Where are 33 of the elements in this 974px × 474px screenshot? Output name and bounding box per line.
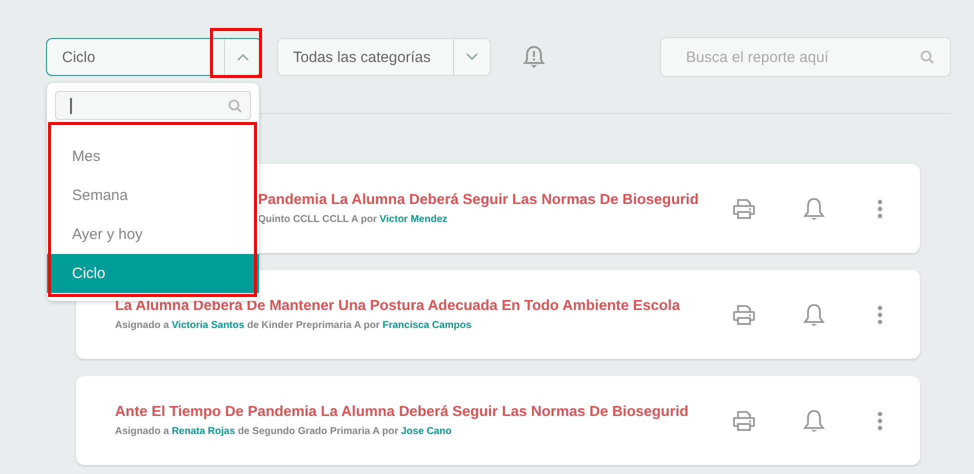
person-link[interactable]: Renata Rojas xyxy=(172,426,236,437)
report-title[interactable]: Pandemia La Alumna Deberá Seguir Las Normas De Biosegurid xyxy=(258,192,699,208)
chevron-up-icon xyxy=(237,53,249,61)
report-title[interactable]: Ante El Tiempo De Pandemia La Alumna Deberá Seguir Las Normas De Biosegurid xyxy=(115,404,688,420)
printer-icon[interactable] xyxy=(732,304,756,326)
assignment-text: Asignado a Renata Rojas de Segundo Grado Primaria A por Jose Cano xyxy=(115,426,452,437)
menu-search-field[interactable] xyxy=(55,91,251,120)
highlight-frame xyxy=(210,28,262,78)
category-select[interactable]: Todas las categorías xyxy=(277,38,491,76)
person-link[interactable]: Victoria Santos xyxy=(172,320,244,331)
menu-option[interactable]: Semana xyxy=(47,176,259,215)
bell-icon[interactable] xyxy=(803,408,825,432)
chevron-down-icon xyxy=(466,53,478,61)
menu-option[interactable]: Ciclo xyxy=(47,254,259,293)
menu-option[interactable]: Ayer y hoy xyxy=(47,215,259,254)
assignment-text: Quinto CCLL CCLL A por Victor Mendez xyxy=(258,214,448,225)
person-link[interactable]: Victor Mendez xyxy=(380,214,448,225)
more-options-icon[interactable] xyxy=(877,304,883,324)
search-field[interactable]: Busca el reporte aquí xyxy=(660,37,951,77)
search-icon xyxy=(228,98,242,112)
menu-option[interactable]: Mes xyxy=(47,137,259,176)
person-link[interactable]: Jose Cano xyxy=(401,426,452,437)
printer-icon[interactable] xyxy=(732,410,756,432)
assignment-text: Asignado a Victoria Santos de Kinder Preprimaria A por Francisca Campos xyxy=(115,320,472,331)
search-icon xyxy=(920,50,934,64)
more-options-icon[interactable] xyxy=(877,198,883,218)
bell-alert-icon[interactable] xyxy=(523,45,545,69)
bell-icon[interactable] xyxy=(803,302,825,326)
bell-icon[interactable] xyxy=(803,196,825,220)
more-options-icon[interactable] xyxy=(877,410,883,430)
printer-icon[interactable] xyxy=(732,198,756,220)
person-link[interactable]: Francisca Campos xyxy=(382,320,472,331)
period-select[interactable]: Ciclo xyxy=(46,38,262,76)
